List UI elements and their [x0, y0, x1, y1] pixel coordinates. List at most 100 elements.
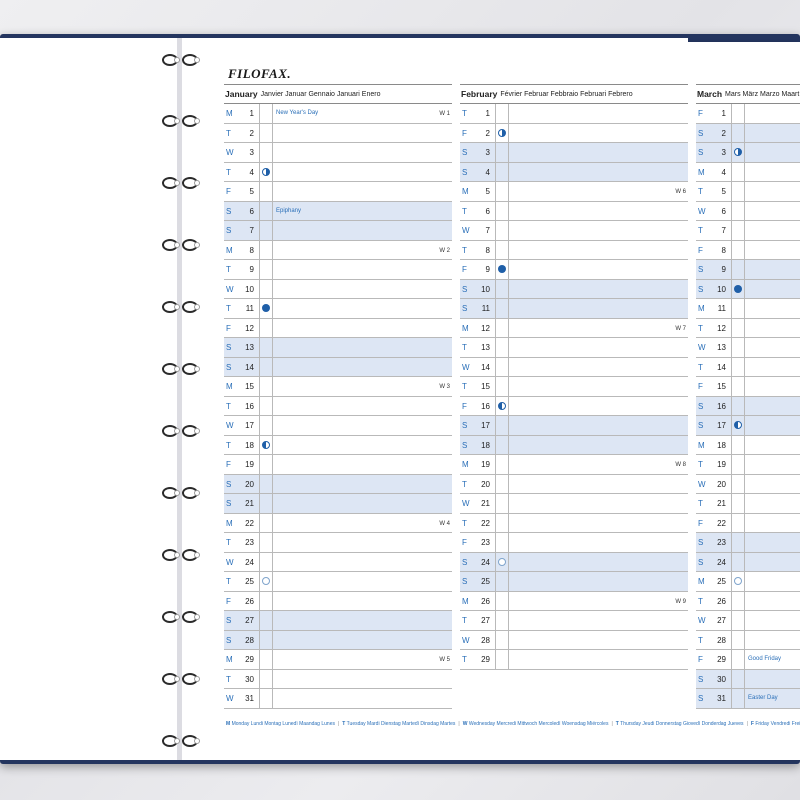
moon-phase-full-icon [498, 265, 506, 273]
moon-phase-new-icon [262, 577, 270, 585]
weekday-letter: W [226, 421, 234, 430]
day-number: 12 [717, 323, 726, 333]
binder-ring [160, 300, 204, 314]
day-number: 23 [717, 538, 726, 547]
weekday-key-words: Tuesday Mardi Dienstag Martedì Dinsdag M… [346, 721, 456, 727]
day-number: 10 [717, 284, 726, 294]
day-number: 21 [481, 499, 490, 508]
day-number: 23 [481, 538, 490, 547]
day-number: 13 [481, 343, 490, 352]
binder-ring [160, 486, 204, 500]
day-number: 26 [245, 596, 254, 606]
day-number: 16 [245, 401, 254, 411]
day-number: 2 [249, 128, 254, 138]
month-column-march: March Mars März Marzo Maart F1S2S3M4T5W6… [696, 84, 800, 709]
day-row-weekend: S7 [224, 221, 452, 241]
day-row: F5 [224, 182, 452, 202]
weekday-letter: M [698, 304, 705, 313]
weekday-letter: S [698, 421, 704, 430]
day-row: F 12 [224, 318, 452, 338]
binder-ring [160, 114, 204, 128]
day-number: 17 [245, 421, 254, 430]
day-number: 7 [249, 226, 254, 235]
weekday-letter: S [462, 304, 468, 313]
month-name: January [225, 89, 258, 99]
weekday-letter: F [462, 265, 467, 274]
holiday-label: Good Friday [748, 656, 782, 662]
weekday-letter: S [226, 206, 232, 216]
day-row: F 26 [224, 591, 452, 611]
weekday-letter: S [462, 557, 468, 567]
day-number: 11 [481, 304, 490, 313]
day-row-weekend: S 30 [696, 669, 800, 689]
binder-ring [160, 53, 204, 67]
day-row-weekend: S4 [460, 162, 688, 182]
weekday-letter: T [226, 577, 231, 586]
day-row-weekend: S 24 [696, 552, 800, 572]
weekday-letter: T [462, 206, 467, 216]
day-number: 21 [245, 499, 254, 508]
day-number: 18 [245, 440, 254, 450]
day-row: M 29 W 5 [224, 650, 452, 670]
weekday-letter: S [226, 616, 232, 625]
weekday-letter: M [226, 245, 233, 255]
day-row: T5 [696, 182, 800, 202]
weekday-letter: S [462, 167, 468, 177]
day-rows: M 1 New Year's Day W 1 T 2 W 3 T 4 F 5 S 6 Epiphany S 7 M… [224, 104, 452, 709]
weekday-key-separator: | [458, 721, 460, 727]
day-row: T 26 [696, 591, 800, 611]
month-header: February Février Februar Febbraio Februa… [460, 84, 688, 104]
day-row: T 29 [460, 650, 688, 670]
week-number: W 9 [675, 598, 686, 605]
day-number: 11 [245, 304, 254, 313]
day-number: 20 [245, 479, 254, 489]
day-number: 28 [717, 635, 726, 645]
day-row-weekend: S 31 Easter Day [696, 689, 800, 709]
weekday-key-letter: W [462, 721, 468, 727]
weekday-letter: M [462, 187, 469, 196]
day-row: W7 [460, 221, 688, 241]
weekday-letter: M [226, 382, 233, 391]
weekday-key-letter: F [750, 721, 754, 727]
moon-phase-last-icon [262, 440, 270, 449]
day-number: 5 [485, 187, 490, 196]
weekday-letter: T [462, 518, 467, 528]
day-row: M 11 [696, 299, 800, 319]
day-number: 17 [717, 421, 726, 430]
weekday-letter: T [226, 265, 231, 274]
day-number: 17 [481, 421, 490, 430]
day-row: W6 [696, 201, 800, 221]
day-row-weekend: S 10 [460, 279, 688, 299]
weekday-letter: F [226, 460, 231, 469]
weekday-letter: F [462, 538, 467, 547]
moon-phase-new-icon [734, 577, 742, 585]
weekday-letter: W [462, 499, 470, 508]
binder-ring [160, 734, 204, 748]
day-number: 18 [481, 440, 490, 450]
weekday-letter: W [698, 206, 706, 216]
day-row: W 10 [224, 279, 452, 299]
weekday-key-entry: M Monday Lundi Montag Lunedì Maandag Lun… [226, 721, 335, 727]
weekday-letter: W [226, 557, 234, 567]
weekday-key-entry: W Wednesday Mercredi Mittwoch Mercoledì … [463, 721, 609, 727]
weekday-key-words: Thursday Jeudi Donnerstag Giovedì Donder… [620, 721, 744, 727]
day-number: 25 [717, 577, 726, 586]
day-number: 25 [245, 577, 254, 586]
weekday-letter: T [698, 460, 703, 469]
day-number: 6 [249, 206, 254, 216]
binder-ring [160, 610, 204, 624]
weekday-letter: S [462, 421, 468, 430]
weekday-letter: W [698, 343, 706, 352]
weekday-letter: F [698, 518, 703, 528]
moon-phase-last-icon [734, 421, 742, 429]
day-number: 9 [249, 265, 254, 274]
day-row-weekend: S3 [696, 143, 800, 163]
binder-ring [160, 424, 204, 438]
day-number: 27 [245, 616, 254, 625]
day-number: 1 [721, 109, 726, 118]
day-number: 29 [481, 655, 490, 664]
moon-phase-first-icon [498, 128, 506, 137]
weekday-key-entry: F Friday Vendredi Freitag [751, 721, 800, 727]
day-row: T4 [224, 162, 452, 182]
month-translations: Mars März Marzo Maart [725, 90, 800, 98]
